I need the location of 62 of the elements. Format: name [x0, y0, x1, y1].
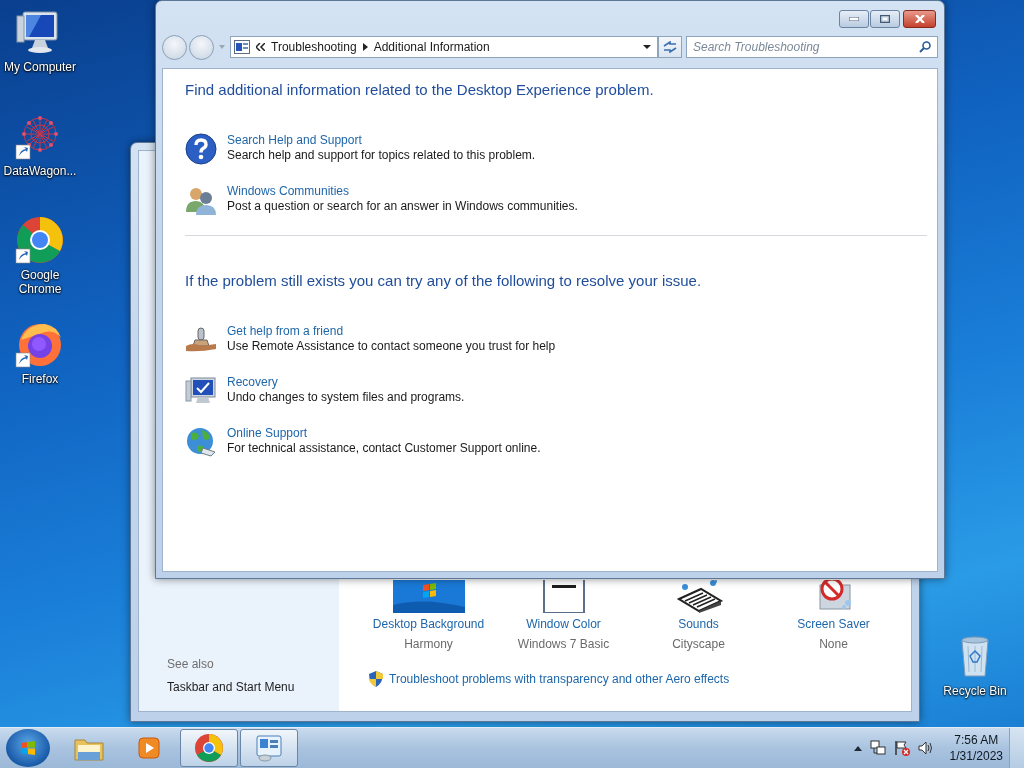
- search-field[interactable]: Search Troubleshooting: [686, 36, 938, 58]
- icon-label[interactable]: Recycle Bin: [943, 684, 1007, 698]
- taskbar-button[interactable]: [180, 729, 238, 767]
- maximize-button[interactable]: [870, 10, 900, 28]
- icon-label[interactable]: My Computer: [4, 60, 76, 74]
- refresh-icon: [663, 41, 677, 53]
- task-description: Use Remote Assistance to contact someone you trust for help: [227, 339, 556, 354]
- setting-link[interactable]: Sounds: [678, 616, 719, 632]
- task-description: For technical assistance, contact Customer Support online.: [227, 441, 541, 456]
- task-link[interactable]: Recovery: [227, 375, 465, 390]
- taskbar-button[interactable]: [240, 729, 298, 767]
- shield-icon: [369, 671, 383, 687]
- arrow-right-icon[interactable]: [362, 43, 368, 51]
- breadcrumb-item[interactable]: Additional Information: [373, 40, 490, 54]
- setting-value: Windows 7 Basic: [517, 636, 610, 652]
- setting-value: Cityscape: [672, 636, 725, 652]
- address-bar[interactable]: Troubleshooting Additional Information: [230, 36, 658, 58]
- caret-up-icon[interactable]: [853, 745, 862, 751]
- task-link[interactable]: Windows Communities: [227, 184, 578, 199]
- breadcrumb-item[interactable]: Troubleshooting: [271, 40, 357, 54]
- help-icon[interactable]: [185, 133, 217, 165]
- start-button[interactable]: [6, 729, 50, 767]
- setting-value: None: [819, 636, 848, 652]
- task-description: Search help and support for topics related to this problem.: [227, 148, 536, 163]
- setting-value: Harmony: [404, 636, 453, 652]
- wallpaper-icon[interactable]: [392, 580, 465, 613]
- clock-date[interactable]: 1/31/2023: [949, 748, 1003, 764]
- task-description: Post a question or search for an answer in Windows communities.: [227, 199, 578, 214]
- clock-time[interactable]: 7:56 AM: [954, 732, 999, 748]
- setting-link[interactable]: Screen Saver: [797, 616, 870, 632]
- setting-link[interactable]: Desktop Background: [372, 616, 485, 632]
- network-icon[interactable]: [869, 740, 886, 756]
- troubleshoot-link[interactable]: Troubleshoot problems with transparency and other Aero effects: [389, 671, 730, 687]
- restore-icon: [880, 15, 890, 23]
- minimize-icon: [849, 17, 859, 21]
- setting-link[interactable]: Window Color: [526, 616, 601, 632]
- flag-icon[interactable]: [893, 740, 910, 756]
- task-link[interactable]: Search Help and Support: [227, 133, 536, 148]
- search-icon: [919, 41, 931, 53]
- browser-icon: [193, 732, 225, 764]
- close-button[interactable]: [903, 10, 936, 28]
- task-description: Undo changes to system files and programs.: [227, 390, 465, 405]
- icon-label[interactable]: Firefox: [21, 372, 59, 386]
- section-heading: Find additional information related to the Desktop Experience problem.: [185, 81, 655, 99]
- control-panel-icon: [253, 732, 285, 764]
- task-link[interactable]: Get help from a friend: [227, 324, 556, 339]
- icon-label[interactable]: DataWagon...: [3, 164, 77, 178]
- section-label: See also: [167, 656, 215, 672]
- dropdown-icon[interactable]: [643, 45, 651, 49]
- double-chevron-icon: [256, 43, 265, 51]
- close-icon: [914, 15, 925, 23]
- refresh-button[interactable]: [658, 36, 682, 58]
- section-heading: If the problem still exists you can try any of the following to resolve your issue.: [185, 272, 703, 290]
- icon-label[interactable]: Google Chrome: [2, 268, 78, 296]
- side-link[interactable]: Taskbar and Start Menu: [167, 679, 339, 695]
- task-link[interactable]: Online Support: [227, 426, 541, 441]
- minimize-button[interactable]: [839, 10, 869, 28]
- windows-logo-icon: [20, 740, 36, 756]
- control-panel-icon: [234, 40, 250, 54]
- browser-icon[interactable]: [15, 216, 65, 264]
- globe-icon[interactable]: [185, 426, 217, 458]
- speaker-icon[interactable]: [917, 740, 934, 756]
